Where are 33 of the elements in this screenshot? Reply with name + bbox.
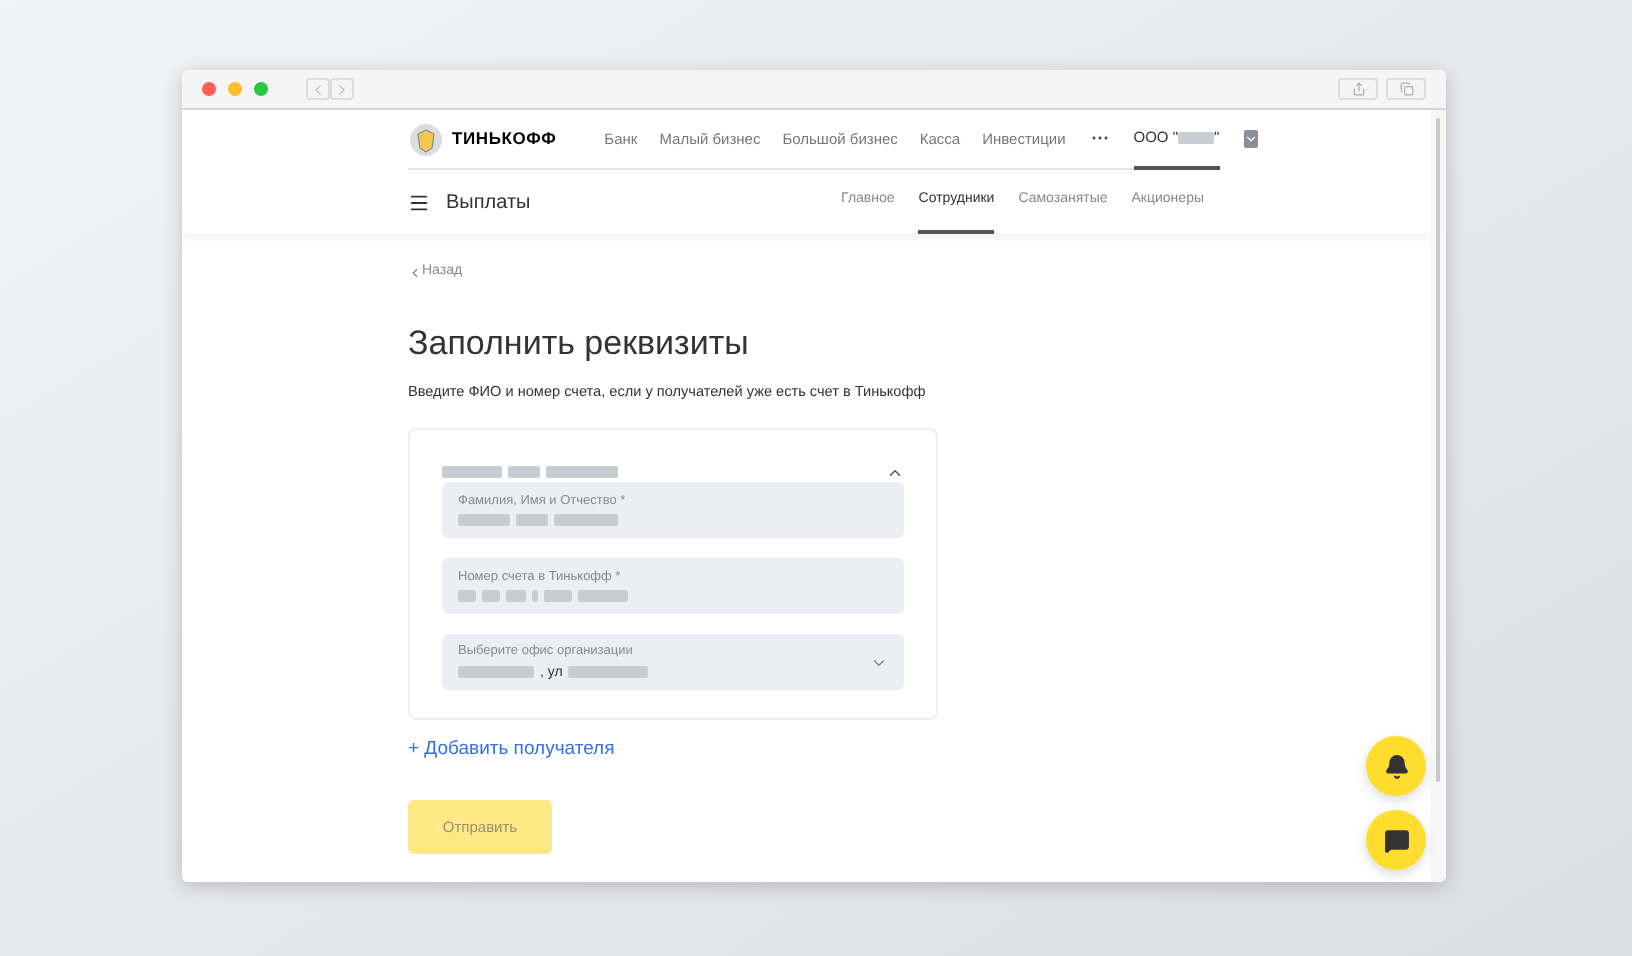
coat-of-arms-logo-icon (408, 121, 444, 157)
redacted-text (1178, 131, 1215, 143)
chevron-right-icon (334, 81, 350, 97)
redacted-text (458, 666, 534, 679)
close-icon[interactable] (202, 82, 216, 96)
redacted-text (578, 590, 628, 603)
chat-icon (1383, 827, 1409, 853)
menu-icon[interactable] (408, 191, 430, 213)
share-button[interactable] (1338, 78, 1378, 100)
chevron-left-icon (408, 265, 422, 280)
share-icon (1351, 82, 1365, 96)
chevron-left-icon (310, 81, 326, 97)
more-menu[interactable]: ··· (1091, 125, 1110, 153)
forward-button[interactable] (330, 78, 354, 100)
redacted-text (516, 514, 548, 527)
redacted-text (568, 666, 649, 679)
minimize-icon[interactable] (228, 82, 242, 96)
redacted-text (544, 590, 572, 603)
redacted-text (458, 514, 510, 527)
redacted-text (508, 466, 540, 479)
tabs-icon (1399, 82, 1413, 96)
scrollbar[interactable] (1430, 110, 1446, 882)
bell-icon (1383, 753, 1409, 779)
tabs-button[interactable] (1386, 78, 1426, 100)
redacted-text (442, 466, 502, 479)
section-title: Выплаты (446, 189, 531, 217)
redacted-text (554, 514, 618, 527)
maximize-icon[interactable] (254, 82, 268, 96)
account-dropdown-icon[interactable] (1243, 130, 1258, 148)
logo-text: ТИНЬКОФФ (452, 126, 557, 152)
redacted-text (546, 466, 618, 479)
add-recipient-link[interactable]: + Добавить получателя (408, 736, 1430, 766)
page-heading: Заполнить реквизиты (408, 325, 751, 359)
